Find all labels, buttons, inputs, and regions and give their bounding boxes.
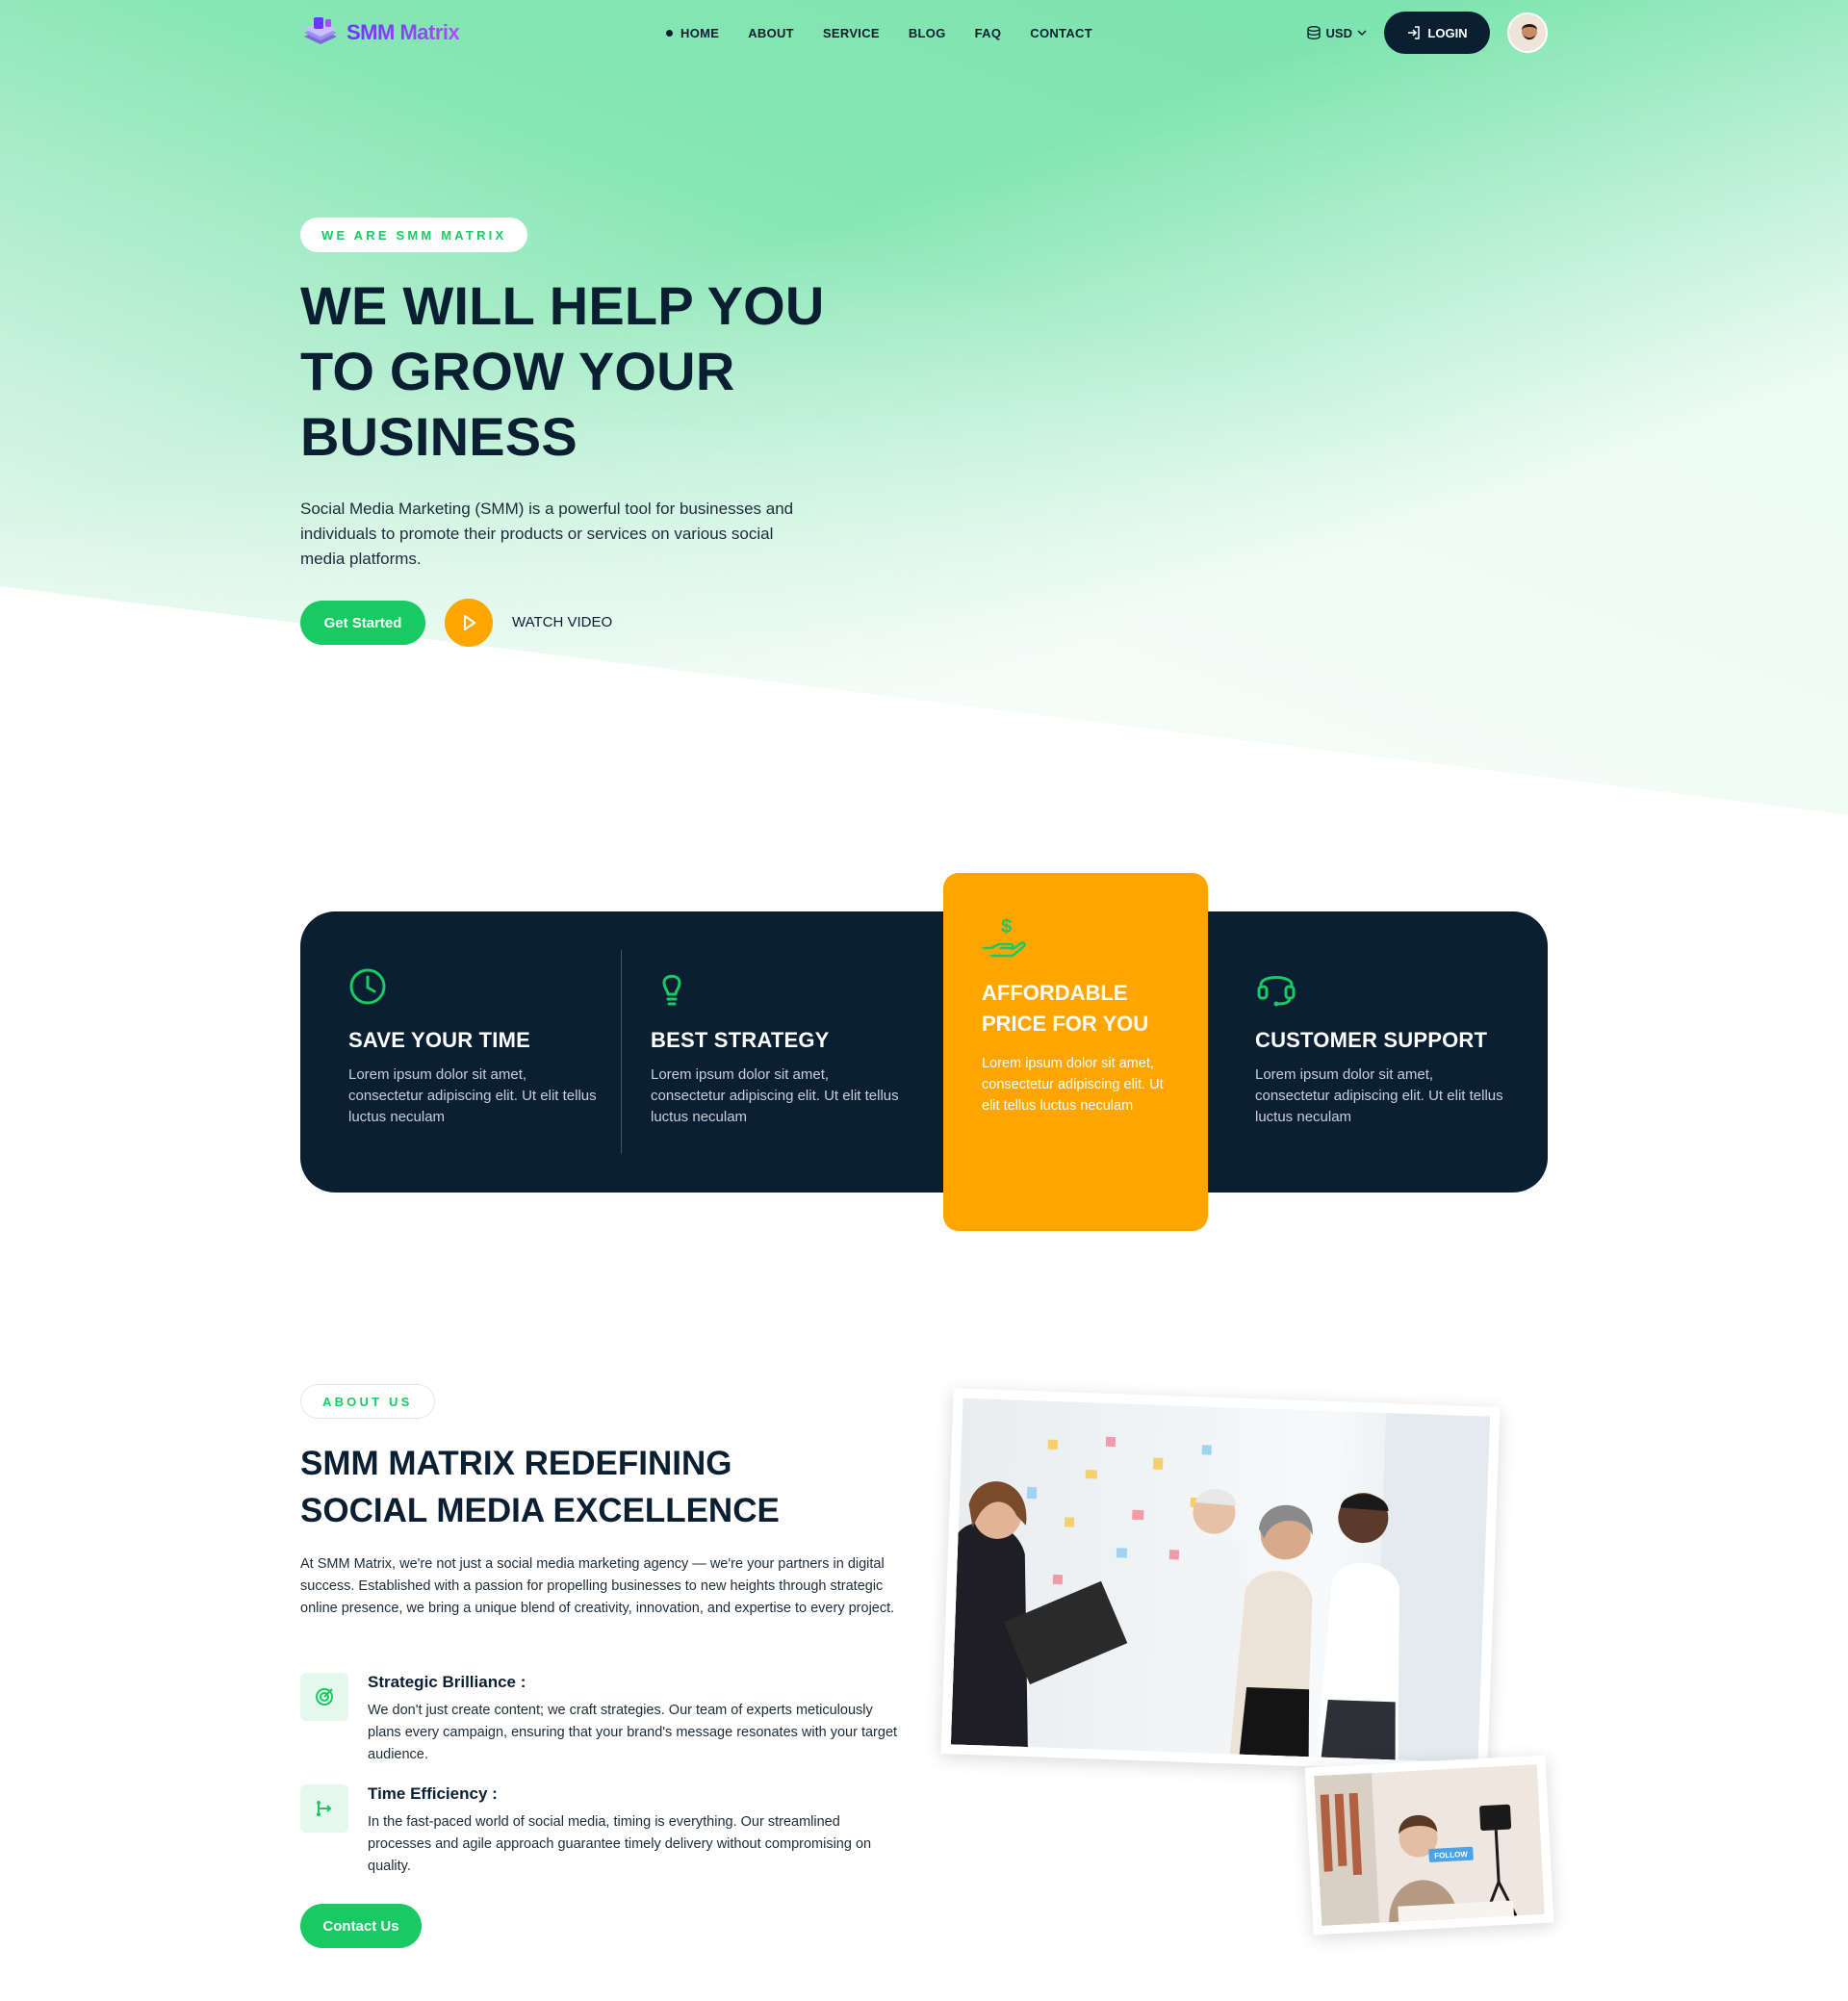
point-title: Time Efficiency : — [368, 1784, 498, 1803]
logo[interactable]: SMM Matrix — [300, 15, 460, 50]
login-button[interactable]: LOGIN — [1384, 12, 1490, 54]
point-icon-box — [300, 1673, 348, 1721]
nav-home[interactable]: HOME — [666, 26, 719, 40]
hero-title: WE WILL HELP YOU TO GROW YOUR BUSINESS — [300, 275, 825, 467]
about-title: SMM MATRIX REDEFINING SOCIAL MEDIA EXCEL… — [300, 1445, 780, 1529]
user-avatar[interactable] — [1507, 13, 1548, 53]
header-actions: USD LOGIN — [1306, 12, 1548, 54]
creator-photo: FOLLOW — [1304, 1755, 1554, 1936]
logo-mark-icon — [304, 17, 337, 44]
team-meeting-image — [950, 1398, 1491, 1763]
nav-faq[interactable]: FAQ — [975, 26, 1002, 40]
feature-text: Lorem ipsum dolor sit amet, consectetur … — [348, 1066, 597, 1125]
feature-title: BEST STRATEGY — [651, 1028, 830, 1052]
feature-text: Lorem ipsum dolor sit amet, consectetur … — [651, 1066, 899, 1125]
nav-about[interactable]: ABOUT — [748, 26, 794, 40]
feature-affordable-price: $ AFFORDABLE PRICE FOR YOU Lorem ipsum d… — [943, 873, 1208, 1231]
hand-dollar-icon: $ — [982, 916, 1026, 958]
active-dot-icon — [666, 29, 673, 37]
feature-title: AFFORDABLE PRICE FOR YOU — [982, 981, 1149, 1036]
about-description: At SMM Matrix, we're not just a social m… — [300, 1556, 895, 1616]
avatar-icon — [1509, 14, 1546, 51]
feature-text: Lorem ipsum dolor sit amet, consectetur … — [982, 1056, 1164, 1114]
point-icon-box — [300, 1784, 348, 1833]
svg-text:$: $ — [1001, 916, 1012, 937]
feature-title: SAVE YOUR TIME — [348, 1028, 531, 1052]
site-header: SMM Matrix HOME ABOUT SERVICE BLOG FAQ C… — [300, 12, 1548, 54]
about-tag: ABOUT US — [300, 1384, 435, 1419]
lightbulb-icon — [662, 974, 681, 1006]
hero-description: Social Media Marketing (SMM) is a powerf… — [300, 500, 794, 568]
nav-blog[interactable]: BLOG — [909, 26, 946, 40]
flow-icon — [317, 1801, 332, 1816]
hero-background — [0, 0, 1848, 814]
play-icon — [464, 615, 475, 630]
point-time-efficiency: Time Efficiency : In the fast-paced worl… — [300, 1784, 907, 1878]
contact-us-button[interactable]: Contact Us — [300, 1904, 422, 1948]
feature-title: CUSTOMER SUPPORT — [1255, 1028, 1488, 1052]
chevron-down-icon — [1357, 30, 1367, 37]
feature-save-time: SAVE YOUR TIME Lorem ipsum dolor sit ame… — [348, 965, 599, 1128]
feature-text: Lorem ipsum dolor sit amet, consectetur … — [1255, 1066, 1503, 1125]
hero-tag: WE ARE SMM MATRIX — [300, 218, 528, 252]
currency-selector[interactable]: USD — [1306, 25, 1367, 40]
nav-contact[interactable]: CONTACT — [1030, 26, 1092, 40]
logo-text: SMM Matrix — [346, 20, 460, 44]
point-text: We don't just create content; we craft s… — [368, 1703, 898, 1762]
get-started-button[interactable]: Get Started — [300, 601, 425, 645]
coins-icon — [1306, 26, 1321, 40]
features-panel: SAVE YOUR TIME Lorem ipsum dolor sit ame… — [300, 911, 1548, 1193]
creator-image: FOLLOW — [1314, 1764, 1545, 1926]
point-strategic-brilliance: Strategic Brilliance : We don't just cre… — [300, 1673, 907, 1766]
clock-icon — [349, 968, 386, 1005]
team-meeting-photo — [940, 1388, 1501, 1773]
main-nav: HOME ABOUT SERVICE BLOG FAQ CONTACT — [666, 12, 1092, 54]
target-icon — [316, 1688, 333, 1706]
point-title: Strategic Brilliance : — [368, 1673, 526, 1691]
login-icon — [1408, 26, 1421, 39]
watch-video-link[interactable]: WATCH VIDEO — [512, 614, 612, 630]
headset-icon — [1257, 976, 1296, 1007]
nav-service[interactable]: SERVICE — [823, 26, 880, 40]
feature-customer-support: CUSTOMER SUPPORT Lorem ipsum dolor sit a… — [1255, 965, 1505, 1128]
feature-divider — [621, 950, 622, 1154]
feature-best-strategy: BEST STRATEGY Lorem ipsum dolor sit amet… — [651, 965, 901, 1128]
follow-badge-text: FOLLOW — [1434, 1850, 1469, 1860]
point-text: In the fast-paced world of social media,… — [368, 1814, 872, 1874]
play-video-button[interactable] — [445, 599, 493, 647]
